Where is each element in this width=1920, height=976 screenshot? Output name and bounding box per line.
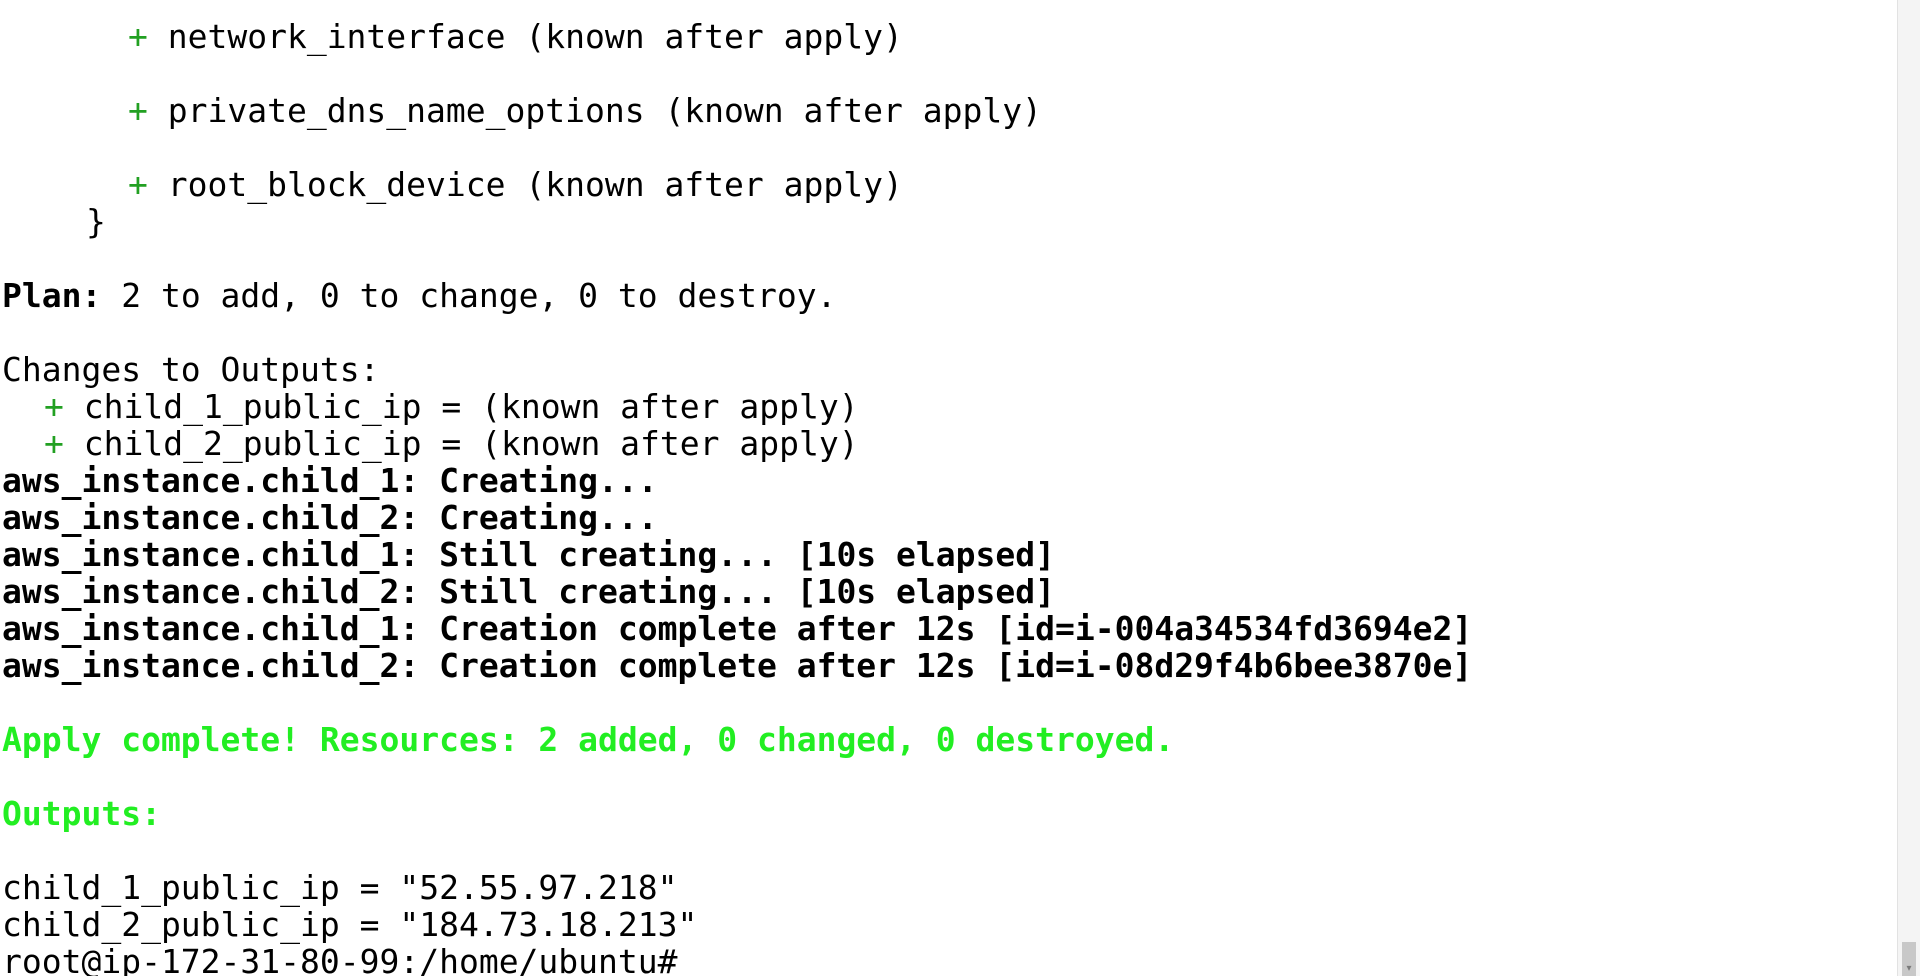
terminal-line: + private_dns_name_options (known after …: [128, 92, 1042, 129]
creating-line-2: aws_instance.child_2: Creating...: [2, 498, 658, 537]
still-creating-line-2: aws_instance.child_2: Still creating... …: [2, 572, 1055, 611]
creating-line-1: aws_instance.child_1: Creating...: [2, 461, 658, 500]
shell-prompt[interactable]: root@ip-172-31-80-99:/home/ubuntu#: [2, 943, 678, 976]
terminal-line: + root_block_device (known after apply): [128, 166, 903, 203]
vertical-scrollbar[interactable]: ▾: [1897, 0, 1920, 976]
plus-sign: +: [44, 387, 64, 426]
output-change-1: child_1_public_ip = (known after apply): [83, 387, 859, 426]
output-value-1: child_1_public_ip = "52.55.97.218": [2, 868, 678, 907]
plus-sign: +: [128, 165, 148, 204]
plan-summary: Plan: 2 to add, 0 to change, 0 to destro…: [2, 277, 836, 314]
plus-sign: +: [44, 424, 64, 463]
terminal-line: + child_1_public_ip = (known after apply…: [44, 388, 859, 425]
creation-complete-line-1: aws_instance.child_1: Creation complete …: [2, 609, 1473, 648]
plan-text: 2 to add, 0 to change, 0 to destroy.: [101, 276, 837, 315]
closing-brace: }: [86, 202, 106, 241]
apply-complete-message: Apply complete! Resources: 2 added, 0 ch…: [2, 720, 1175, 759]
attribute-private-dns: private_dns_name_options (known after ap…: [167, 91, 1042, 130]
outputs-header: Outputs:: [2, 794, 161, 833]
attribute-network-interface: network_interface (known after apply): [167, 17, 903, 56]
attribute-root-block: root_block_device (known after apply): [167, 165, 903, 204]
terminal-line: + network_interface (known after apply): [128, 18, 903, 55]
changes-header: Changes to Outputs:: [2, 350, 380, 389]
output-value-2: child_2_public_ip = "184.73.18.213": [2, 905, 698, 944]
plus-sign: +: [128, 91, 148, 130]
still-creating-line-1: aws_instance.child_1: Still creating... …: [2, 535, 1055, 574]
output-change-2: child_2_public_ip = (known after apply): [83, 424, 859, 463]
plan-label: Plan:: [2, 276, 102, 315]
plus-sign: +: [128, 17, 148, 56]
terminal-window[interactable]: + network_interface (known after apply) …: [0, 0, 1898, 976]
creation-complete-line-2: aws_instance.child_2: Creation complete …: [2, 646, 1473, 685]
terminal-line: + child_2_public_ip = (known after apply…: [44, 425, 859, 462]
scroll-down-arrow-icon[interactable]: ▾: [1898, 962, 1920, 976]
